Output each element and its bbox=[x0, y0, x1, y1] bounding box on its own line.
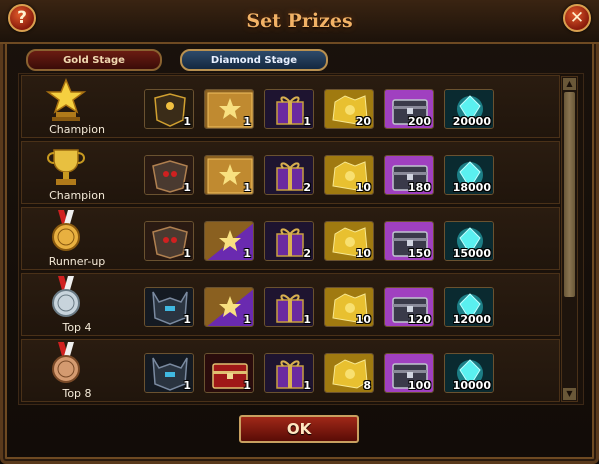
ok-button-label: OK bbox=[286, 420, 312, 438]
reward-quantity: 1 bbox=[243, 247, 251, 260]
cyan-gem-icon[interactable]: 10000 bbox=[444, 353, 494, 393]
reward-quantity: 1 bbox=[183, 379, 191, 392]
gold-cup-icon bbox=[42, 144, 90, 188]
reward-quantity: 2 bbox=[303, 247, 311, 260]
gold-ore-icon[interactable]: 10 bbox=[324, 155, 374, 195]
reward-quantity: 2 bbox=[303, 181, 311, 194]
prize-row: Runner-up 1 1 2 10 150 15000 bbox=[21, 207, 560, 270]
reward-quantity: 1 bbox=[303, 379, 311, 392]
reward-quantity: 1 bbox=[303, 313, 311, 326]
rank-label: Top 4 bbox=[62, 321, 92, 334]
rank-label: Champion bbox=[49, 189, 105, 202]
star-card-icon[interactable]: 1 bbox=[204, 89, 254, 129]
tab-diamond-stage-label: Diamond Stage bbox=[210, 54, 298, 66]
treasure-chest-icon[interactable]: 120 bbox=[384, 287, 434, 327]
reward-quantity: 12000 bbox=[452, 313, 491, 326]
cyan-gem-icon[interactable]: 20000 bbox=[444, 89, 494, 129]
dialog-title: Set Prizes bbox=[246, 10, 353, 32]
reward-quantity: 1 bbox=[243, 313, 251, 326]
reward-quantity: 1 bbox=[243, 115, 251, 128]
scroll-down-arrow-icon[interactable]: ▼ bbox=[563, 388, 576, 400]
reward-quantity: 1 bbox=[243, 181, 251, 194]
purple-star-card-icon[interactable]: 1 bbox=[204, 287, 254, 327]
reward-quantity: 1 bbox=[243, 379, 251, 392]
gold-ore-icon[interactable]: 8 bbox=[324, 353, 374, 393]
purple-gift-box-icon[interactable]: 2 bbox=[264, 221, 314, 261]
bronze-medal-icon bbox=[42, 342, 90, 386]
skull-armor-icon[interactable]: 1 bbox=[144, 155, 194, 195]
close-button[interactable]: ✕ bbox=[563, 4, 591, 32]
reward-quantity: 20000 bbox=[452, 115, 491, 128]
reward-quantity: 1 bbox=[303, 115, 311, 128]
reward-quantity: 200 bbox=[408, 115, 431, 128]
help-button[interactable]: ? bbox=[8, 4, 36, 32]
dark-armor-icon[interactable]: 1 bbox=[144, 89, 194, 129]
rank-label: Runner-up bbox=[48, 255, 106, 268]
silver-medal-icon bbox=[42, 276, 90, 320]
treasure-chest-icon[interactable]: 200 bbox=[384, 89, 434, 129]
scroll-thumb[interactable] bbox=[564, 92, 575, 297]
prize-row: Top 8 1 1 1 8 100 10000 bbox=[21, 339, 560, 402]
purple-star-card-icon[interactable]: 1 bbox=[204, 221, 254, 261]
skull-armor-icon[interactable]: 1 bbox=[144, 221, 194, 261]
rank-label: Top 8 bbox=[62, 387, 92, 400]
gold-medal-icon bbox=[42, 210, 90, 254]
horned-armor-icon[interactable]: 1 bbox=[144, 353, 194, 393]
close-icon: ✕ bbox=[569, 8, 585, 28]
rank-label: Champion bbox=[49, 123, 105, 136]
scrollbar[interactable]: ▲ ▼ bbox=[561, 76, 578, 402]
reward-quantity: 1 bbox=[183, 115, 191, 128]
reward-quantity: 8 bbox=[363, 379, 371, 392]
reward-quantity: 20 bbox=[355, 115, 371, 128]
prize-row: Champion 1 1 1 20 200 20000 bbox=[21, 75, 560, 138]
treasure-chest-icon[interactable]: 150 bbox=[384, 221, 434, 261]
title-bar: Set Prizes bbox=[0, 0, 599, 44]
reward-quantity: 1 bbox=[183, 313, 191, 326]
ok-button[interactable]: OK bbox=[239, 415, 359, 443]
prize-row: Top 4 1 1 1 10 120 12000 bbox=[21, 273, 560, 336]
gold-ore-icon[interactable]: 20 bbox=[324, 89, 374, 129]
gold-ore-icon[interactable]: 10 bbox=[324, 287, 374, 327]
reward-quantity: 120 bbox=[408, 313, 431, 326]
prize-row: Champion 1 1 2 10 180 18000 bbox=[21, 141, 560, 204]
purple-gift-box-icon[interactable]: 1 bbox=[264, 89, 314, 129]
reward-quantity: 150 bbox=[408, 247, 431, 260]
purple-gift-box-icon[interactable]: 1 bbox=[264, 287, 314, 327]
reward-quantity: 1 bbox=[183, 181, 191, 194]
scroll-up-arrow-icon[interactable]: ▲ bbox=[563, 78, 576, 90]
help-icon: ? bbox=[17, 8, 27, 28]
tab-diamond-stage[interactable]: Diamond Stage bbox=[180, 49, 328, 71]
gold-star-trophy-icon bbox=[42, 78, 90, 122]
purple-gift-box-icon[interactable]: 2 bbox=[264, 155, 314, 195]
horned-armor-icon[interactable]: 1 bbox=[144, 287, 194, 327]
reward-quantity: 10 bbox=[355, 313, 371, 326]
reward-quantity: 10 bbox=[355, 247, 371, 260]
reward-quantity: 1 bbox=[183, 247, 191, 260]
star-card-icon[interactable]: 1 bbox=[204, 155, 254, 195]
cyan-gem-icon[interactable]: 15000 bbox=[444, 221, 494, 261]
tab-gold-stage[interactable]: Gold Stage bbox=[26, 49, 162, 71]
treasure-chest-icon[interactable]: 180 bbox=[384, 155, 434, 195]
reward-quantity: 100 bbox=[408, 379, 431, 392]
treasure-chest-icon[interactable]: 100 bbox=[384, 353, 434, 393]
reward-quantity: 10000 bbox=[452, 379, 491, 392]
red-chest-icon[interactable]: 1 bbox=[204, 353, 254, 393]
gold-ore-icon[interactable]: 10 bbox=[324, 221, 374, 261]
reward-quantity: 180 bbox=[408, 181, 431, 194]
purple-gift-box-icon[interactable]: 1 bbox=[264, 353, 314, 393]
reward-quantity: 10 bbox=[355, 181, 371, 194]
tab-gold-stage-label: Gold Stage bbox=[63, 54, 125, 66]
prize-list: Champion 1 1 1 20 200 20000 Champion 1 1 2 10 180 180… bbox=[18, 73, 584, 405]
reward-quantity: 18000 bbox=[452, 181, 491, 194]
cyan-gem-icon[interactable]: 18000 bbox=[444, 155, 494, 195]
cyan-gem-icon[interactable]: 12000 bbox=[444, 287, 494, 327]
reward-quantity: 15000 bbox=[452, 247, 491, 260]
